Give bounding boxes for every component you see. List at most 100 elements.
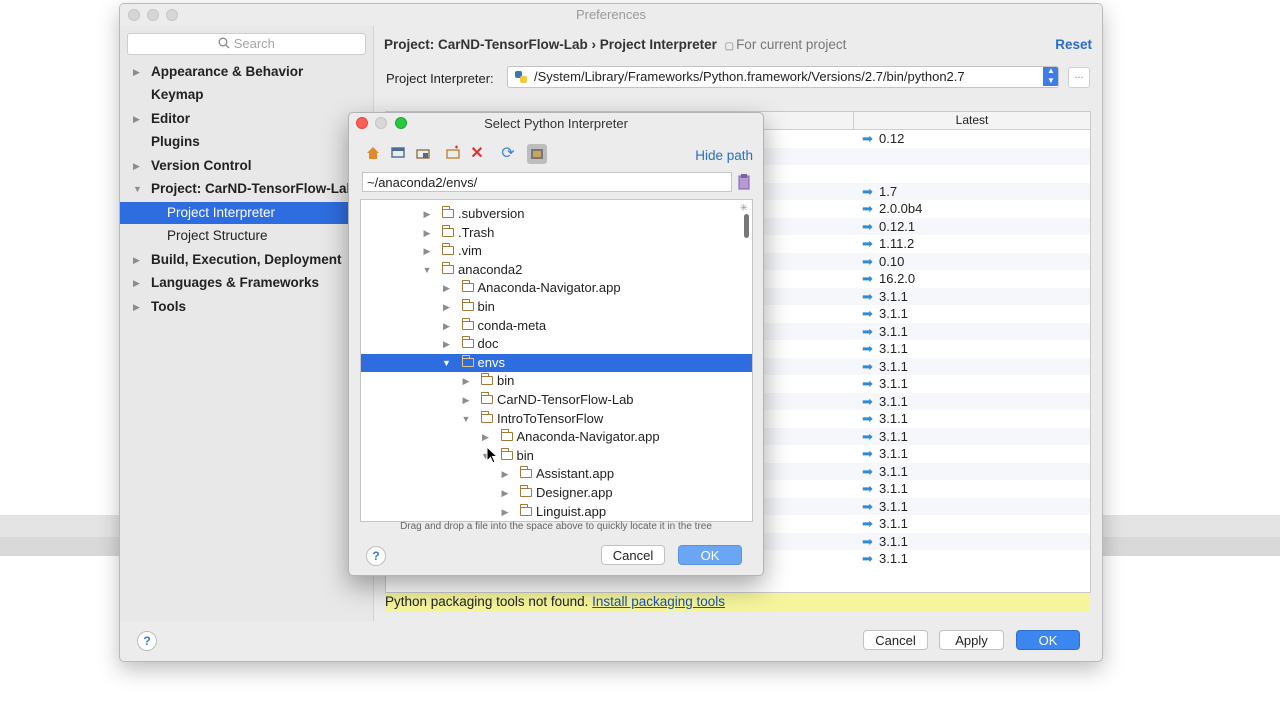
column-header-latest[interactable]: Latest xyxy=(854,112,1090,130)
sidebar-item-project[interactable]: ▼ Project: CarND-TensorFlow-Lab xyxy=(120,178,373,200)
collapse-arrow-icon[interactable]: ▼ xyxy=(441,354,453,373)
expand-arrow-icon[interactable]: ▶ xyxy=(441,279,453,298)
tree-item[interactable]: ▶ .Trash xyxy=(361,224,752,243)
refresh-icon[interactable]: ⟳ xyxy=(499,145,517,163)
table-row[interactable]: ➡ 3.1.1 xyxy=(854,515,1090,533)
install-packaging-tools-link[interactable]: Install packaging tools xyxy=(592,594,725,609)
interpreter-select[interactable]: /System/Library/Frameworks/Python.framew… xyxy=(507,66,1059,88)
table-row[interactable]: ➡ 3.1.1 xyxy=(854,410,1090,428)
sidebar-item-keymap[interactable]: Keymap xyxy=(120,84,373,106)
table-row[interactable]: ➡ 0.10 xyxy=(854,253,1090,271)
table-row[interactable]: ➡ 0.12 xyxy=(854,130,1090,148)
tree-scrollbar[interactable] xyxy=(744,214,749,238)
collapse-arrow-icon[interactable]: ▼ xyxy=(460,410,472,429)
table-row[interactable]: ➡ 2.0.0b4 xyxy=(854,200,1090,218)
tree-item[interactable]: ▶ bin xyxy=(361,372,752,391)
table-row[interactable]: ➡ 3.1.1 xyxy=(854,445,1090,463)
table-row[interactable]: ➡ 3.1.1 xyxy=(854,305,1090,323)
table-row[interactable]: ➡ 0.12.1 xyxy=(854,218,1090,236)
tree-item[interactable]: ▶ Assistant.app xyxy=(361,465,752,484)
table-row[interactable]: ➡ 3.1.1 xyxy=(854,550,1090,568)
desktop-icon[interactable] xyxy=(389,145,407,163)
project-folder-icon[interactable] xyxy=(414,145,432,163)
tree-item[interactable]: ▶ Designer.app xyxy=(361,484,752,503)
sidebar-item-version-control[interactable]: ▶ Version Control xyxy=(120,155,373,177)
tree-item[interactable]: ▼ bin xyxy=(361,447,752,466)
tree-item[interactable]: ▶ bin xyxy=(361,298,752,317)
sidebar-item-project-interpreter[interactable]: Project Interpreter xyxy=(120,202,373,224)
expand-arrow-icon[interactable]: ▶ xyxy=(421,224,433,243)
cancel-button[interactable]: Cancel xyxy=(863,630,928,650)
chevron-updown-icon[interactable]: ▲ ▼ xyxy=(1043,67,1058,86)
expand-arrow-icon[interactable]: ▶ xyxy=(421,205,433,224)
sidebar-item-languages[interactable]: ▶ Languages & Frameworks xyxy=(120,272,373,294)
table-row[interactable]: ➡ 3.1.1 xyxy=(854,480,1090,498)
expand-arrow-icon[interactable]: ▶ xyxy=(460,391,472,410)
tree-item[interactable]: ▶ CarND-TensorFlow-Lab xyxy=(361,391,752,410)
tree-item[interactable]: ▼ envs xyxy=(361,353,752,373)
dialog-cancel-button[interactable]: Cancel xyxy=(601,545,665,565)
tree-item[interactable]: ▶ .vim xyxy=(361,242,752,261)
tree-item[interactable]: ▶ Anaconda-Navigator.app xyxy=(361,279,752,298)
new-folder-icon[interactable] xyxy=(444,145,462,163)
file-tree[interactable]: ▶ .subversion ▶ .Trash ▶ .vim ▼ anaconda2 ▶ Anaco… xyxy=(360,199,753,522)
table-row[interactable]: ➡ 3.1.1 xyxy=(854,428,1090,446)
upgrade-arrow-icon: ➡ xyxy=(862,271,873,286)
table-row[interactable]: ➡ 16.2.0 xyxy=(854,270,1090,288)
apply-button[interactable]: Apply xyxy=(939,630,1004,650)
sidebar-item-build[interactable]: ▶ Build, Execution, Deployment xyxy=(120,249,373,271)
table-row[interactable]: ➡ 3.1.1 xyxy=(854,498,1090,516)
more-options-button[interactable]: ... xyxy=(1068,67,1090,88)
expand-arrow-icon[interactable]: ▶ xyxy=(499,484,511,503)
tree-item[interactable]: ▶ doc xyxy=(361,335,752,354)
expand-arrow-icon[interactable]: ▶ xyxy=(441,335,453,354)
sidebar-item-plugins[interactable]: Plugins xyxy=(120,131,373,153)
expand-arrow-icon[interactable]: ▶ xyxy=(499,465,511,484)
close-button[interactable] xyxy=(128,9,140,21)
dialog-close-button[interactable] xyxy=(356,117,368,129)
tree-item[interactable]: ▶ .subversion xyxy=(361,205,752,224)
expand-arrow-icon[interactable]: ▶ xyxy=(421,242,433,261)
table-row[interactable]: ➡ 3.1.1 xyxy=(854,463,1090,481)
table-row[interactable]: ➡ 1.11.2 xyxy=(854,235,1090,253)
table-row[interactable]: ➡ 3.1.1 xyxy=(854,288,1090,306)
hide-path-link[interactable]: Hide path xyxy=(695,148,753,163)
tree-item[interactable]: ▼ IntroToTensorFlow xyxy=(361,410,752,429)
search-input[interactable]: Search xyxy=(127,33,366,55)
delete-icon[interactable]: ✕ xyxy=(468,145,486,163)
expand-arrow-icon[interactable]: ▶ xyxy=(499,503,511,521)
home-icon[interactable] xyxy=(364,145,382,163)
expand-arrow-icon[interactable]: ▶ xyxy=(441,298,453,317)
dialog-help-button[interactable]: ? xyxy=(366,546,386,566)
dialog-ok-button[interactable]: OK xyxy=(678,545,742,565)
zoom-button[interactable] xyxy=(166,9,178,21)
table-row[interactable]: ➡ 3.1.1 xyxy=(854,358,1090,376)
table-row[interactable]: ➡ 3.1.1 xyxy=(854,340,1090,358)
sidebar-item-editor[interactable]: ▶ Editor xyxy=(120,108,373,130)
path-input[interactable]: ~/anaconda2/envs/ xyxy=(362,172,732,192)
help-button[interactable]: ? xyxy=(137,631,157,651)
tree-item[interactable]: ▶ conda-meta xyxy=(361,317,752,336)
ok-button[interactable]: OK xyxy=(1016,630,1080,650)
expand-arrow-icon[interactable]: ▶ xyxy=(460,372,472,391)
table-row[interactable]: ➡ 1.7 xyxy=(854,183,1090,201)
tree-item[interactable]: ▶ Anaconda-Navigator.app xyxy=(361,428,752,447)
tree-item[interactable]: ▶ Linguist.app xyxy=(361,503,752,521)
minimize-button[interactable] xyxy=(147,9,159,21)
sidebar-item-tools[interactable]: ▶ Tools xyxy=(120,296,373,318)
table-row[interactable]: ➡ 3.1.1 xyxy=(854,323,1090,341)
reset-link[interactable]: Reset xyxy=(1055,37,1092,52)
collapse-arrow-icon[interactable]: ▼ xyxy=(421,261,433,280)
tree-item[interactable]: ▼ anaconda2 xyxy=(361,261,752,280)
table-row[interactable]: ➡ 3.1.1 xyxy=(854,375,1090,393)
dialog-zoom-button[interactable] xyxy=(395,117,407,129)
sidebar-item-appearance[interactable]: ▶ Appearance & Behavior xyxy=(120,61,373,83)
show-hidden-icon[interactable] xyxy=(527,144,547,164)
expand-arrow-icon[interactable]: ▶ xyxy=(480,428,492,447)
sidebar-item-project-structure[interactable]: Project Structure xyxy=(120,225,373,247)
folder-icon xyxy=(500,447,513,460)
history-icon[interactable] xyxy=(738,174,750,190)
table-row[interactable]: ➡ 3.1.1 xyxy=(854,393,1090,411)
table-row[interactable]: ➡ 3.1.1 xyxy=(854,533,1090,551)
expand-arrow-icon[interactable]: ▶ xyxy=(441,317,453,336)
